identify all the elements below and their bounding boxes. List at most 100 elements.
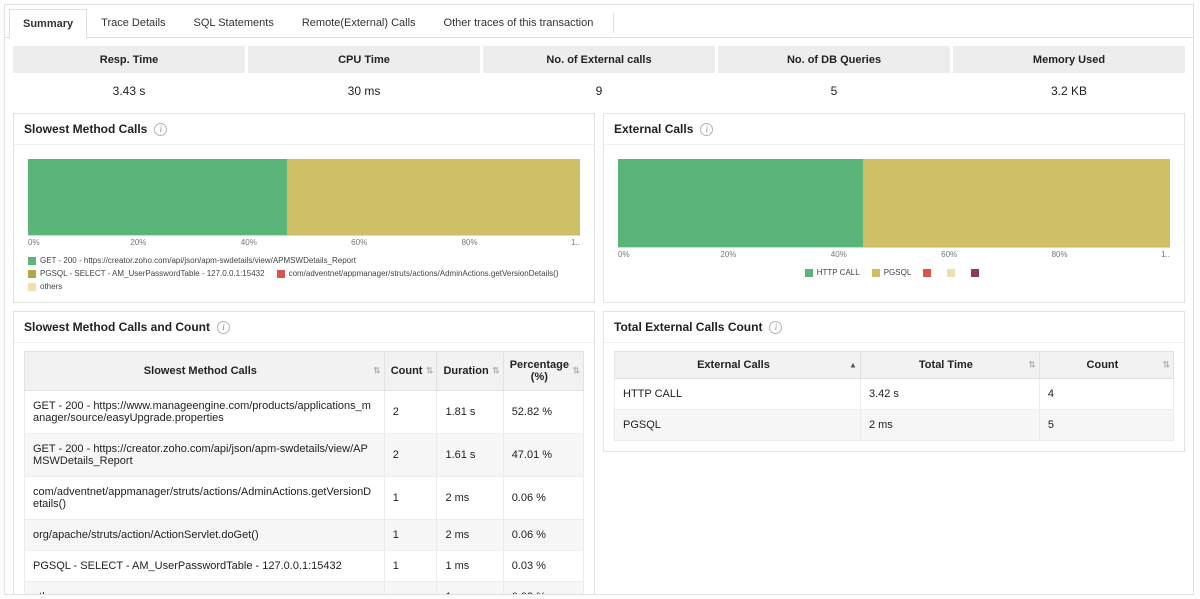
table-row[interactable]: others 1 ms 0.03 %: [25, 582, 584, 596]
total-external-calls-panel: Total External Calls Count i External Ca…: [603, 311, 1185, 452]
axis-tick-label: 80%: [1052, 250, 1068, 259]
table-row[interactable]: PGSQL - SELECT - AM_UserPasswordTable - …: [25, 551, 584, 582]
legend-swatch: [805, 269, 813, 277]
table-row[interactable]: org/apache/struts/action/ActionServlet.d…: [25, 520, 584, 551]
slowest-method-calls-count-panel: Slowest Method Calls and Count i Slowest…: [13, 311, 595, 595]
chart-legend: GET - 200 - https://creator.zoho.com/api…: [28, 256, 580, 291]
stats-value-row: 3.43 s 30 ms 9 5 3.2 KB: [13, 73, 1185, 107]
legend-item[interactable]: PGSQL: [872, 268, 912, 277]
percentage-cell: 0.06 %: [503, 477, 583, 520]
info-icon[interactable]: i: [154, 123, 167, 136]
table-row[interactable]: PGSQL 2 ms 5: [615, 410, 1174, 441]
col-header-total-time[interactable]: Total Time⇅: [860, 352, 1039, 379]
sort-asc-icon[interactable]: ▲: [849, 361, 857, 370]
stacked-bar: [28, 159, 580, 235]
method-cell: others: [25, 582, 385, 596]
info-icon[interactable]: i: [217, 321, 230, 334]
charts-row: Slowest Method Calls i 0% 20% 40% 60% 80…: [13, 113, 1185, 303]
bar-segment[interactable]: [287, 159, 580, 235]
table-row[interactable]: GET - 200 - https://www.manageengine.com…: [25, 391, 584, 434]
col-header-count[interactable]: Count⇅: [384, 352, 437, 391]
summary-stats: Resp. Time CPU Time No. of External call…: [13, 46, 1185, 107]
sort-icon[interactable]: ⇅: [1162, 360, 1170, 371]
table-row[interactable]: HTTP CALL 3.42 s 4: [615, 379, 1174, 410]
tab-trace-details[interactable]: Trace Details: [87, 8, 179, 38]
panel-header: Total External Calls Count i: [604, 312, 1184, 343]
total-time-cell: 2 ms: [860, 410, 1039, 441]
axis-tick-label: 0%: [618, 250, 630, 259]
sort-icon[interactable]: ⇅: [373, 366, 381, 377]
total-time-cell: 3.42 s: [860, 379, 1039, 410]
legend-item[interactable]: GET - 200 - https://creator.zoho.com/api…: [28, 256, 580, 265]
percentage-cell: 47.01 %: [503, 434, 583, 477]
axis-tick-label: 20%: [720, 250, 736, 259]
legend-swatch: [872, 269, 880, 277]
legend-item[interactable]: com/adventnet/appmanager/struts/actions/…: [277, 269, 559, 278]
trace-summary-page: Summary Trace Details SQL Statements Rem…: [4, 4, 1194, 595]
legend-item[interactable]: others: [28, 282, 62, 291]
tab-summary[interactable]: Summary: [9, 9, 87, 39]
legend-label: PGSQL - SELECT - AM_UserPasswordTable - …: [40, 269, 265, 278]
tab-remote-external-calls[interactable]: Remote(External) Calls: [288, 8, 430, 38]
duration-cell: 1.61 s: [437, 434, 503, 477]
info-icon[interactable]: i: [700, 123, 713, 136]
method-cell: GET - 200 - https://www.manageengine.com…: [25, 391, 385, 434]
legend-item[interactable]: [947, 269, 959, 277]
col-header-label: External Calls: [697, 359, 770, 371]
bar-segment[interactable]: [28, 159, 287, 235]
info-icon[interactable]: i: [769, 321, 782, 334]
duration-cell: 1 ms: [437, 582, 503, 596]
sort-icon[interactable]: ⇅: [492, 366, 500, 377]
sort-icon[interactable]: ⇅: [426, 366, 434, 377]
stat-value-resp-time: 3.43 s: [13, 73, 245, 107]
bar-segment[interactable]: [618, 159, 863, 247]
method-cell: org/apache/struts/action/ActionServlet.d…: [25, 520, 385, 551]
legend-item[interactable]: [923, 269, 935, 277]
legend-label: HTTP CALL: [817, 268, 860, 277]
sort-icon[interactable]: ⇅: [1028, 360, 1036, 371]
legend-swatch: [277, 270, 285, 278]
stat-value-external-calls: 9: [483, 73, 715, 107]
count-cell: [384, 582, 437, 596]
col-header-label: Count: [391, 365, 423, 377]
axis-tick-label: 0%: [28, 238, 40, 247]
count-cell: 5: [1039, 410, 1173, 441]
percentage-cell: 0.03 %: [503, 551, 583, 582]
legend-swatch: [947, 269, 955, 277]
table-row[interactable]: GET - 200 - https://creator.zoho.com/api…: [25, 434, 584, 477]
tab-other-traces[interactable]: Other traces of this transaction: [430, 8, 608, 38]
legend-item[interactable]: HTTP CALL: [805, 268, 860, 277]
legend-label: others: [40, 282, 62, 291]
col-header-external-calls[interactable]: External Calls ▲: [615, 352, 861, 379]
col-header-percentage[interactable]: Percentage (%)⇅: [503, 352, 583, 391]
slowest-method-calls-chart: 0% 20% 40% 60% 80% 1.. GET - 200 - https…: [14, 145, 594, 295]
tables-row: Slowest Method Calls and Count i Slowest…: [13, 311, 1185, 595]
percentage-cell: 0.06 %: [503, 520, 583, 551]
external-call-cell: PGSQL: [615, 410, 861, 441]
col-header-duration[interactable]: Duration⇅: [437, 352, 503, 391]
count-cell: 1: [384, 520, 437, 551]
col-header-slowest-method-calls[interactable]: Slowest Method Calls⇅: [25, 352, 385, 391]
legend-item[interactable]: PGSQL - SELECT - AM_UserPasswordTable - …: [28, 269, 265, 278]
stat-header-resp-time: Resp. Time: [13, 46, 245, 73]
percentage-cell: 52.82 %: [503, 391, 583, 434]
stat-value-db-queries: 5: [718, 73, 950, 107]
panel-title: Total External Calls Count: [614, 320, 762, 334]
count-cell: 2: [384, 391, 437, 434]
count-cell: 4: [1039, 379, 1173, 410]
bar-segment[interactable]: [863, 159, 1170, 247]
tab-sql-statements[interactable]: SQL Statements: [180, 8, 288, 38]
sort-icon[interactable]: ⇅: [572, 366, 580, 377]
table-row[interactable]: com/adventnet/appmanager/struts/actions/…: [25, 477, 584, 520]
x-axis: 0% 20% 40% 60% 80% 1..: [618, 247, 1170, 259]
legend-item[interactable]: [971, 269, 983, 277]
external-calls-chart: 0% 20% 40% 60% 80% 1.. HTTP CALL PGSQL: [604, 145, 1184, 281]
col-header-count[interactable]: Count⇅: [1039, 352, 1173, 379]
method-cell: GET - 200 - https://creator.zoho.com/api…: [25, 434, 385, 477]
legend-swatch: [28, 270, 36, 278]
table-header-row: External Calls ▲ Total Time⇅ Count⇅: [615, 352, 1174, 379]
method-calls-table: Slowest Method Calls⇅ Count⇅ Duration⇅ P…: [24, 351, 584, 595]
x-axis: 0% 20% 40% 60% 80% 1..: [28, 235, 580, 247]
legend-label: PGSQL: [884, 268, 912, 277]
external-calls-table: External Calls ▲ Total Time⇅ Count⇅ HTTP …: [614, 351, 1174, 441]
